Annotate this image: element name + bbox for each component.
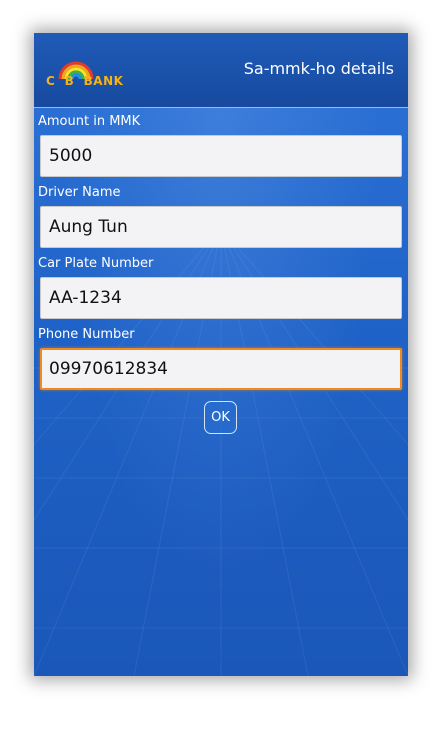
app-screen: C B BANK Sa-mmk-ho details Amount in MMK… bbox=[34, 33, 408, 676]
phone-number-label: Phone Number bbox=[38, 327, 135, 342]
driver-name-label: Driver Name bbox=[38, 185, 121, 200]
app-header: C B BANK Sa-mmk-ho details bbox=[34, 33, 408, 108]
amount-input[interactable] bbox=[40, 135, 402, 177]
car-plate-input[interactable] bbox=[40, 277, 402, 319]
ok-button[interactable]: OK bbox=[204, 401, 237, 434]
phone-number-input[interactable] bbox=[40, 348, 402, 390]
driver-name-input[interactable] bbox=[40, 206, 402, 248]
amount-label: Amount in MMK bbox=[38, 114, 141, 129]
logo-text: C B BANK bbox=[46, 74, 124, 88]
page-title: Sa-mmk-ho details bbox=[243, 59, 394, 78]
car-plate-label: Car Plate Number bbox=[38, 256, 154, 271]
